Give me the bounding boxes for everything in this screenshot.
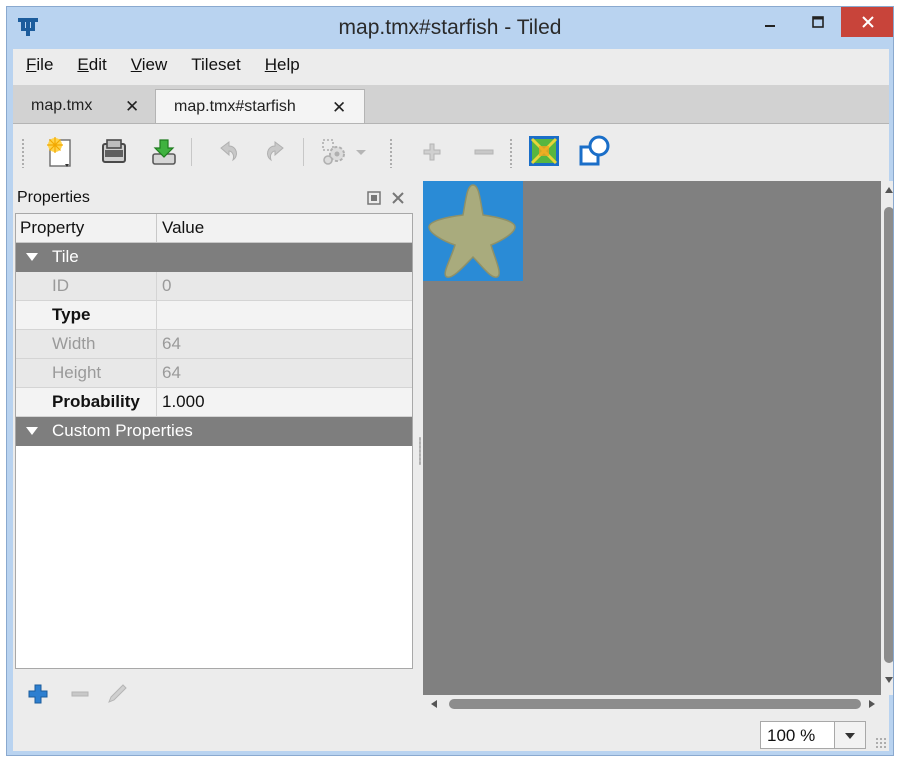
rename-property-icon[interactable]	[105, 681, 129, 705]
menu-file[interactable]: File	[13, 55, 64, 75]
tab-close-button[interactable]: ✕	[125, 97, 139, 117]
remove-property-icon[interactable]	[69, 683, 91, 705]
property-value: 64	[162, 363, 181, 382]
toolbar-grip[interactable]	[389, 138, 393, 168]
toolbar-separator	[303, 138, 304, 166]
column-divider	[156, 330, 157, 359]
float-panel-icon[interactable]	[367, 191, 381, 205]
document-tab-bar: map.tmx ✕ map.tmx#starfish ✕	[13, 85, 889, 124]
resize-grip[interactable]	[875, 737, 887, 749]
scroll-up-arrow-icon[interactable]	[885, 187, 893, 193]
zoom-combobox[interactable]: 100 %	[760, 721, 866, 749]
maximize-button[interactable]	[795, 7, 841, 37]
column-divider[interactable]	[156, 214, 157, 242]
properties-table-header: Property Value	[16, 214, 412, 243]
group-label: Custom Properties	[52, 421, 193, 440]
column-divider	[156, 359, 157, 388]
property-name: Type	[52, 305, 91, 324]
property-name: Height	[52, 363, 102, 382]
menu-tileset[interactable]: Tileset	[178, 55, 251, 75]
maximize-icon	[812, 16, 824, 28]
tab-map-tmx-starfish[interactable]: map.tmx#starfish ✕	[155, 89, 365, 123]
group-header-tile[interactable]: Tile	[16, 243, 412, 272]
menu-help[interactable]: Help	[252, 55, 311, 75]
properties-panel: Properties Property Value Tile ID 0 Type…	[13, 181, 417, 717]
zoom-in-icon[interactable]	[413, 134, 451, 170]
property-value: 0	[162, 276, 172, 295]
property-value: 64	[162, 334, 181, 353]
property-row-id[interactable]: ID 0	[16, 272, 412, 301]
properties-actions	[13, 669, 417, 715]
main-client-area: File Edit View Tileset Help map.tmx ✕ ma…	[13, 49, 893, 751]
starfish-tile[interactable]	[423, 181, 523, 281]
collision-editor-icon[interactable]	[577, 134, 615, 170]
property-value-field[interactable]: 1.000	[162, 392, 205, 412]
main-toolbar	[13, 124, 889, 180]
undo-icon[interactable]	[209, 134, 247, 170]
chevron-down-icon	[845, 733, 855, 739]
column-divider	[156, 272, 157, 301]
scroll-down-arrow-icon[interactable]	[885, 677, 893, 683]
group-label: Tile	[52, 247, 79, 266]
dropdown-arrow-icon[interactable]	[353, 134, 371, 170]
properties-panel-title: Properties	[17, 189, 90, 206]
minimize-icon	[765, 25, 775, 27]
column-divider	[156, 301, 157, 330]
starfish-image	[428, 184, 516, 278]
horizontal-scrollbar[interactable]	[423, 695, 881, 713]
collapse-triangle-icon[interactable]	[26, 253, 38, 261]
scroll-left-arrow-icon[interactable]	[431, 700, 437, 708]
group-header-custom-properties[interactable]: Custom Properties	[16, 417, 412, 446]
open-icon[interactable]	[95, 134, 133, 170]
column-header-value[interactable]: Value	[162, 218, 204, 238]
close-panel-icon[interactable]	[391, 191, 405, 205]
menu-view[interactable]: View	[118, 55, 179, 75]
new-file-icon[interactable]	[41, 134, 79, 170]
app-window: map.tmx#starfish - Tiled File Edit View …	[6, 6, 894, 756]
zoom-dropdown-button[interactable]	[834, 722, 865, 748]
menu-edit[interactable]: Edit	[64, 55, 117, 75]
property-name: ID	[52, 276, 69, 295]
tab-label: map.tmx	[31, 97, 93, 114]
scroll-right-arrow-icon[interactable]	[869, 700, 875, 708]
tileset-image-icon[interactable]	[525, 134, 563, 170]
property-name: Probability	[52, 392, 140, 411]
column-header-property[interactable]: Property	[20, 218, 84, 238]
title-bar[interactable]: map.tmx#starfish - Tiled	[7, 7, 893, 49]
save-icon[interactable]	[145, 134, 183, 170]
close-icon	[862, 16, 874, 28]
tab-label: map.tmx#starfish	[174, 97, 296, 115]
menu-bar: File Edit View Tileset Help	[13, 49, 889, 81]
horizontal-scroll-thumb[interactable]	[449, 699, 861, 709]
property-row-probability[interactable]: Probability 1.000	[16, 388, 412, 417]
property-row-type[interactable]: Type	[16, 301, 412, 330]
close-button[interactable]	[841, 7, 893, 37]
commands-icon[interactable]	[315, 134, 353, 170]
property-row-width[interactable]: Width 64	[16, 330, 412, 359]
properties-table: Property Value Tile ID 0 Type Width 64 H…	[15, 213, 413, 669]
vertical-scroll-thumb[interactable]	[884, 207, 893, 663]
add-property-icon[interactable]	[27, 683, 49, 705]
column-divider	[156, 388, 157, 417]
toolbar-separator	[191, 138, 192, 166]
toolbar-grip[interactable]	[21, 138, 25, 168]
zoom-out-icon[interactable]	[465, 134, 503, 170]
redo-icon[interactable]	[257, 134, 295, 170]
property-row-height[interactable]: Height 64	[16, 359, 412, 388]
tab-map-tmx[interactable]: map.tmx ✕	[17, 89, 151, 123]
tab-close-button[interactable]: ✕	[332, 98, 346, 118]
minimize-button[interactable]	[747, 7, 793, 37]
zoom-value[interactable]: 100 %	[767, 726, 815, 746]
vertical-scrollbar[interactable]	[881, 181, 893, 695]
status-bar: 100 %	[13, 717, 889, 751]
property-name: Width	[52, 334, 96, 353]
collapse-triangle-icon[interactable]	[26, 427, 38, 435]
tile-editor-canvas[interactable]	[423, 181, 881, 695]
toolbar-grip[interactable]	[509, 138, 513, 168]
